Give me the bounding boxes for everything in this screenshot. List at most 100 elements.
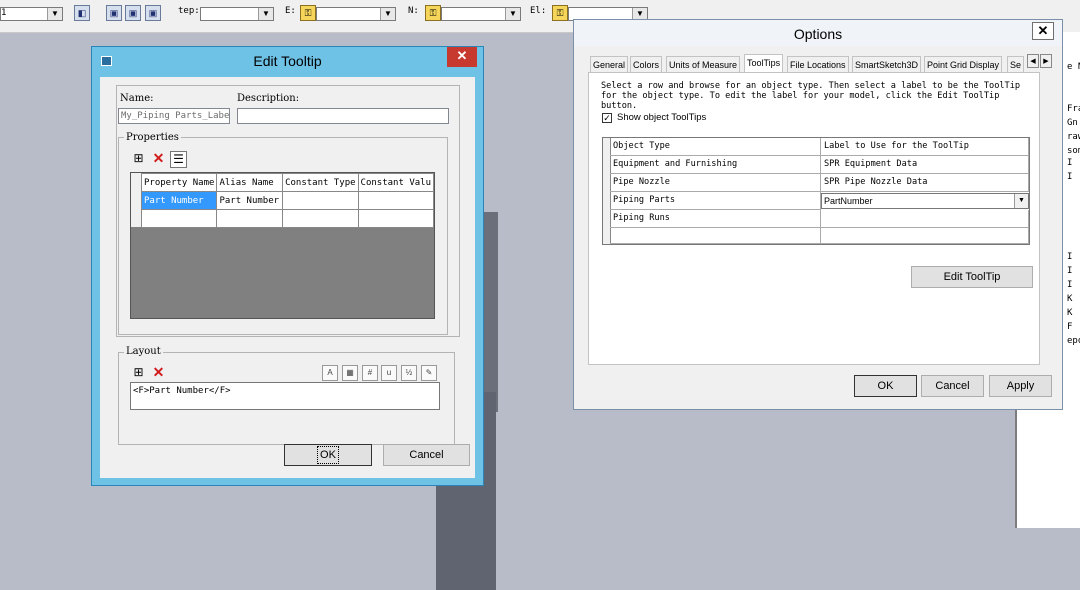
lock-n-icon[interactable]: ⚿ [425,5,441,21]
table-cell[interactable] [357,191,435,210]
tree-item[interactable]: Gn [1067,118,1078,128]
col-property-name[interactable]: Property Name [140,173,218,192]
tree-item[interactable]: I [1067,280,1072,290]
col-object-type[interactable]: Object Type [610,138,821,156]
instructions-text: Select a row and browse for an object ty… [601,81,1021,111]
col-alias-name[interactable]: Alias Name [216,173,284,192]
object-type-cell[interactable]: Equipment and Furnishing [610,156,821,174]
name-label: Name: [118,93,156,104]
edit-tooltip-button[interactable]: Edit ToolTip [911,266,1033,288]
view-icon-3[interactable]: ▣ [145,5,161,21]
cancel-button-label: Cancel [935,380,970,392]
tree-item[interactable]: Fra [1067,104,1080,114]
e-combo[interactable]: ▼ [316,7,396,21]
label-cell[interactable]: SPR Equipment Data [821,156,1029,174]
tab-se[interactable]: Se [1007,56,1025,72]
chevron-left-icon[interactable]: ◀ [1027,54,1039,68]
label-cell[interactable]: SPR Pipe Nozzle Data [821,174,1029,192]
tree-item[interactable]: K [1067,308,1072,318]
description-field[interactable] [237,108,449,124]
object-type-cell[interactable]: Piping Runs [610,210,821,228]
step-combo[interactable]: ▼ [200,7,274,21]
label-cell[interactable] [821,210,1029,228]
dialog-title: Edit Tooltip [253,53,322,69]
table-cell[interactable]: Part Number [216,191,284,210]
add-field-icon[interactable]: ⊞ [130,365,147,382]
tree-item[interactable]: F [1067,322,1072,332]
layer-icon[interactable]: ◧ [74,5,90,21]
table-row[interactable]: Part Number Part Number [140,191,435,210]
delete-icon[interactable]: ✕ [150,151,167,168]
chevron-right-icon[interactable]: ▶ [1040,54,1052,68]
table-row[interactable] [140,209,435,228]
table-cell[interactable] [140,209,218,228]
lock-e-icon[interactable]: ⚿ [300,5,316,21]
empty-cell[interactable] [821,228,1029,244]
ok-button[interactable]: OK [284,444,372,466]
tree-item[interactable]: I [1067,252,1072,262]
left-combo[interactable]: 1 ▼ [0,7,63,21]
tab-colors[interactable]: Colors [630,56,663,72]
label-select-value: PartNumber [824,196,873,206]
chevron-down-icon: ▼ [380,8,395,20]
view-icon-2[interactable]: ▣ [125,5,141,21]
e-label: E: [285,6,296,16]
layout-text-box[interactable]: <F>Part Number</F> [130,382,440,410]
lock-el-icon[interactable]: ⚿ [552,5,568,21]
tab-smartsketch3d[interactable]: SmartSketch3D [852,56,922,72]
table-cell[interactable]: Part Number [140,191,218,210]
show-tooltips-label: Show object ToolTips [617,112,707,123]
view-icon-1[interactable]: ▣ [106,5,122,21]
precision-icon[interactable]: ½ [401,365,417,381]
tree-item[interactable]: raw [1067,132,1080,142]
tree-item[interactable]: I [1067,266,1072,276]
cancel-button[interactable]: Cancel [921,375,984,397]
tree-item[interactable]: som [1067,146,1080,156]
delete-field-icon[interactable]: ✕ [150,365,167,382]
chevron-down-icon: ▼ [1014,194,1028,208]
apply-button[interactable]: Apply [989,375,1052,397]
col-constant-type[interactable]: Constant Type [282,173,359,192]
object-type-cell[interactable]: Piping Parts [610,192,821,210]
show-tooltips-checkbox[interactable]: ✓ [602,113,612,123]
table-cell[interactable] [216,209,284,228]
add-row-icon[interactable]: ⊞ [130,151,147,168]
tree-item[interactable]: epo [1067,336,1080,346]
step-label: tep: [178,6,200,16]
tree-item[interactable]: K [1067,294,1072,304]
tooltip-grid: Object Type Label to Use for the ToolTip… [602,137,1030,245]
table-icon[interactable]: ▦ [342,365,358,381]
tab-units-of-measure[interactable]: Units of Measure [666,56,741,72]
n-combo[interactable]: ▼ [441,7,521,21]
tree-item[interactable]: I [1067,158,1072,168]
el-label: El: [530,6,547,16]
edit-tooltip-button-label: Edit ToolTip [943,271,1001,283]
ok-button[interactable]: OK [854,375,917,397]
tree-item[interactable]: e N [1067,62,1080,72]
tab-point-grid-display[interactable]: Point Grid Display [924,56,1003,72]
tab-tooltips[interactable]: ToolTips [744,54,784,73]
close-button[interactable]: ✕ [1032,22,1054,40]
font-icon[interactable]: A [322,365,338,381]
n-label: N: [408,6,419,16]
table-cell[interactable] [282,191,359,210]
tab-file-locations[interactable]: File Locations [787,56,849,72]
empty-cell[interactable] [610,228,821,244]
label-select[interactable]: PartNumber ▼ [821,193,1029,209]
cancel-button[interactable]: Cancel [383,444,470,466]
name-field[interactable]: My_Piping Parts_Label [118,108,230,124]
tree-item[interactable]: I [1067,172,1072,182]
col-label[interactable]: Label to Use for the ToolTip [821,138,1029,156]
brush-icon[interactable]: ✎ [421,365,437,381]
table-cell[interactable] [282,209,359,228]
object-type-cell[interactable]: Pipe Nozzle [610,174,821,192]
table-cell[interactable] [357,209,435,228]
apply-button-label: Apply [1006,380,1035,392]
col-constant-value[interactable]: Constant Valu [357,173,435,192]
uom-icon[interactable]: u [381,365,397,381]
format-icon[interactable]: # [362,365,378,381]
tab-general[interactable]: General [590,56,629,72]
close-button[interactable]: ✕ [447,47,477,67]
tab-strip: General Colors Units of Measure ToolTips… [588,54,1052,73]
properties-icon[interactable]: ☰ [170,151,187,168]
